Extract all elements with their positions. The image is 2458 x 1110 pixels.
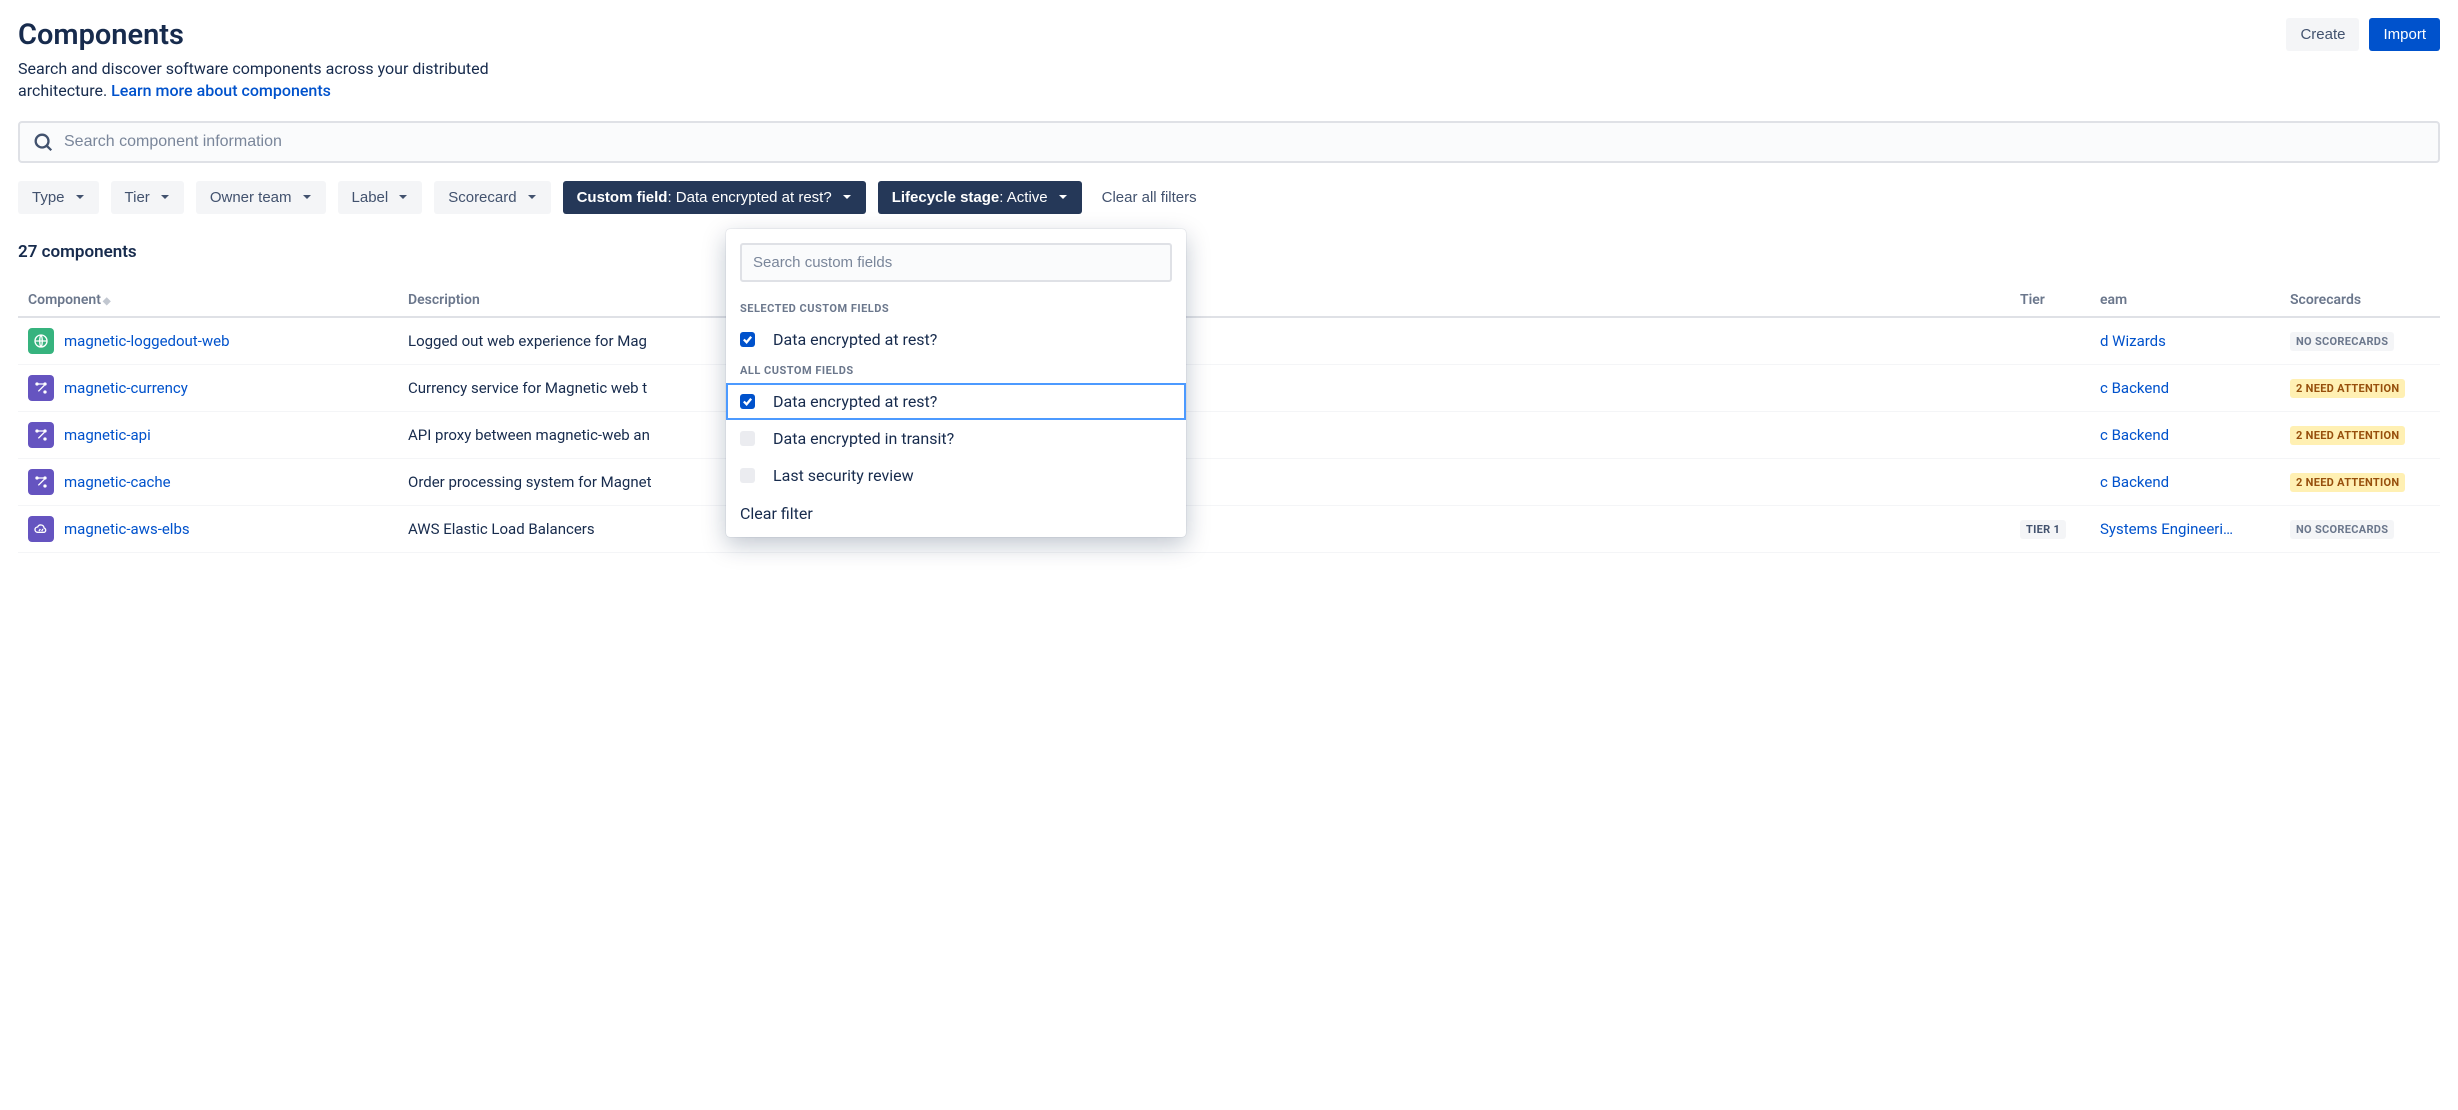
import-button[interactable]: Import: [2369, 18, 2440, 51]
description-cell: Currency service for Magnetic web t: [398, 364, 2010, 411]
search-bar[interactable]: [18, 121, 2440, 163]
table-row: magnetic-cache Order processing system f…: [18, 458, 2440, 505]
dropdown-all-heading: ALL CUSTOM FIELDS: [726, 358, 1186, 383]
description-cell: Order processing system for Magnet: [398, 458, 2010, 505]
filter-scorecard[interactable]: Scorecard: [434, 181, 550, 214]
search-icon: [32, 131, 54, 153]
col-component[interactable]: Component◆: [18, 284, 398, 317]
team-link[interactable]: d Wizards: [2100, 332, 2166, 350]
chevron-down-icon: [842, 192, 852, 202]
component-link[interactable]: magnetic-currency: [64, 379, 188, 397]
filter-custom-field[interactable]: Custom field: Data encrypted at rest?: [563, 181, 866, 214]
dropdown-option[interactable]: Last security review: [726, 457, 1186, 494]
chevron-down-icon: [160, 192, 170, 202]
filter-type[interactable]: Type: [18, 181, 99, 214]
dropdown-option-label: Data encrypted at rest?: [773, 330, 937, 349]
table-row: magnetic-aws-elbs AWS Elastic Load Balan…: [18, 505, 2440, 552]
dropdown-option-label: Last security review: [773, 466, 914, 485]
nodes-icon: [28, 422, 54, 448]
component-link[interactable]: magnetic-cache: [64, 473, 171, 491]
filter-owner-team[interactable]: Owner team: [196, 181, 326, 214]
table-row: magnetic-loggedout-web Logged out web ex…: [18, 317, 2440, 365]
filter-tier[interactable]: Tier: [111, 181, 184, 214]
checkbox-unchecked-icon[interactable]: [740, 431, 755, 446]
nodes-icon: [28, 469, 54, 495]
description-cell: AWS Elastic Load Balancers: [398, 505, 2010, 552]
col-tier[interactable]: Tier: [2010, 284, 2090, 317]
dropdown-selected-heading: SELECTED CUSTOM FIELDS: [726, 296, 1186, 321]
learn-more-link[interactable]: Learn more about components: [111, 81, 331, 100]
tier-badge: TIER 1: [2020, 520, 2066, 539]
dropdown-option[interactable]: Data encrypted in transit?: [726, 420, 1186, 457]
dropdown-search-input[interactable]: [740, 243, 1172, 282]
col-description[interactable]: Description: [398, 284, 2010, 317]
scorecard-badge-attention: 2 NEED ATTENTION: [2290, 379, 2405, 398]
page-subtitle: Search and discover software components …: [18, 58, 578, 103]
scorecard-badge-none: NO SCORECARDS: [2290, 520, 2394, 539]
description-cell: API proxy between magnetic-web an: [398, 411, 2010, 458]
dropdown-option-label: Data encrypted in transit?: [773, 429, 954, 448]
table-row: magnetic-api API proxy between magnetic-…: [18, 411, 2440, 458]
page-title: Components: [18, 18, 184, 52]
filter-label[interactable]: Label: [338, 181, 423, 214]
team-link[interactable]: c Backend: [2100, 379, 2169, 397]
filters-row: Type Tier Owner team Label Scorecard Cus…: [18, 181, 2440, 214]
team-link[interactable]: c Backend: [2100, 426, 2169, 444]
description-cell: Logged out web experience for Mag: [398, 317, 2010, 365]
component-link[interactable]: magnetic-api: [64, 426, 151, 444]
component-link[interactable]: magnetic-aws-elbs: [64, 520, 190, 538]
component-link[interactable]: magnetic-loggedout-web: [64, 332, 230, 350]
create-button[interactable]: Create: [2286, 18, 2359, 51]
sort-icon: ◆: [103, 296, 111, 307]
header-actions: Create Import: [2286, 18, 2440, 51]
nodes-icon: [28, 375, 54, 401]
scorecard-badge-attention: 2 NEED ATTENTION: [2290, 473, 2405, 492]
chevron-down-icon: [75, 192, 85, 202]
search-input[interactable]: [64, 133, 2426, 151]
scorecard-badge-attention: 2 NEED ATTENTION: [2290, 426, 2405, 445]
checkbox-checked-icon[interactable]: [740, 394, 755, 409]
dropdown-option-label: Data encrypted at rest?: [773, 392, 937, 411]
team-link[interactable]: c Backend: [2100, 473, 2169, 491]
dropdown-option[interactable]: Data encrypted at rest?: [726, 321, 1186, 358]
components-table: Component◆ Description Tier eam Scorecar…: [18, 284, 2440, 553]
dropdown-clear-filter[interactable]: Clear filter: [726, 494, 1186, 527]
cloud-icon: [28, 516, 54, 542]
results-count: 27 components: [18, 242, 2440, 262]
checkbox-unchecked-icon[interactable]: [740, 468, 755, 483]
chevron-down-icon: [302, 192, 312, 202]
chevron-down-icon: [398, 192, 408, 202]
scorecard-badge-none: NO SCORECARDS: [2290, 332, 2394, 351]
team-link[interactable]: Systems Engineeri…: [2100, 520, 2233, 538]
chevron-down-icon: [1058, 192, 1068, 202]
checkbox-checked-icon[interactable]: [740, 332, 755, 347]
filter-lifecycle-stage[interactable]: Lifecycle stage: Active: [878, 181, 1082, 214]
custom-field-dropdown: SELECTED CUSTOM FIELDS Data encrypted at…: [726, 229, 1186, 537]
chevron-down-icon: [527, 192, 537, 202]
clear-all-filters[interactable]: Clear all filters: [1102, 189, 1197, 206]
col-team[interactable]: eam: [2090, 284, 2280, 317]
table-row: magnetic-currency Currency service for M…: [18, 364, 2440, 411]
dropdown-option[interactable]: Data encrypted at rest?: [726, 383, 1186, 420]
globe-icon: [28, 328, 54, 354]
col-scorecards[interactable]: Scorecards: [2280, 284, 2440, 317]
